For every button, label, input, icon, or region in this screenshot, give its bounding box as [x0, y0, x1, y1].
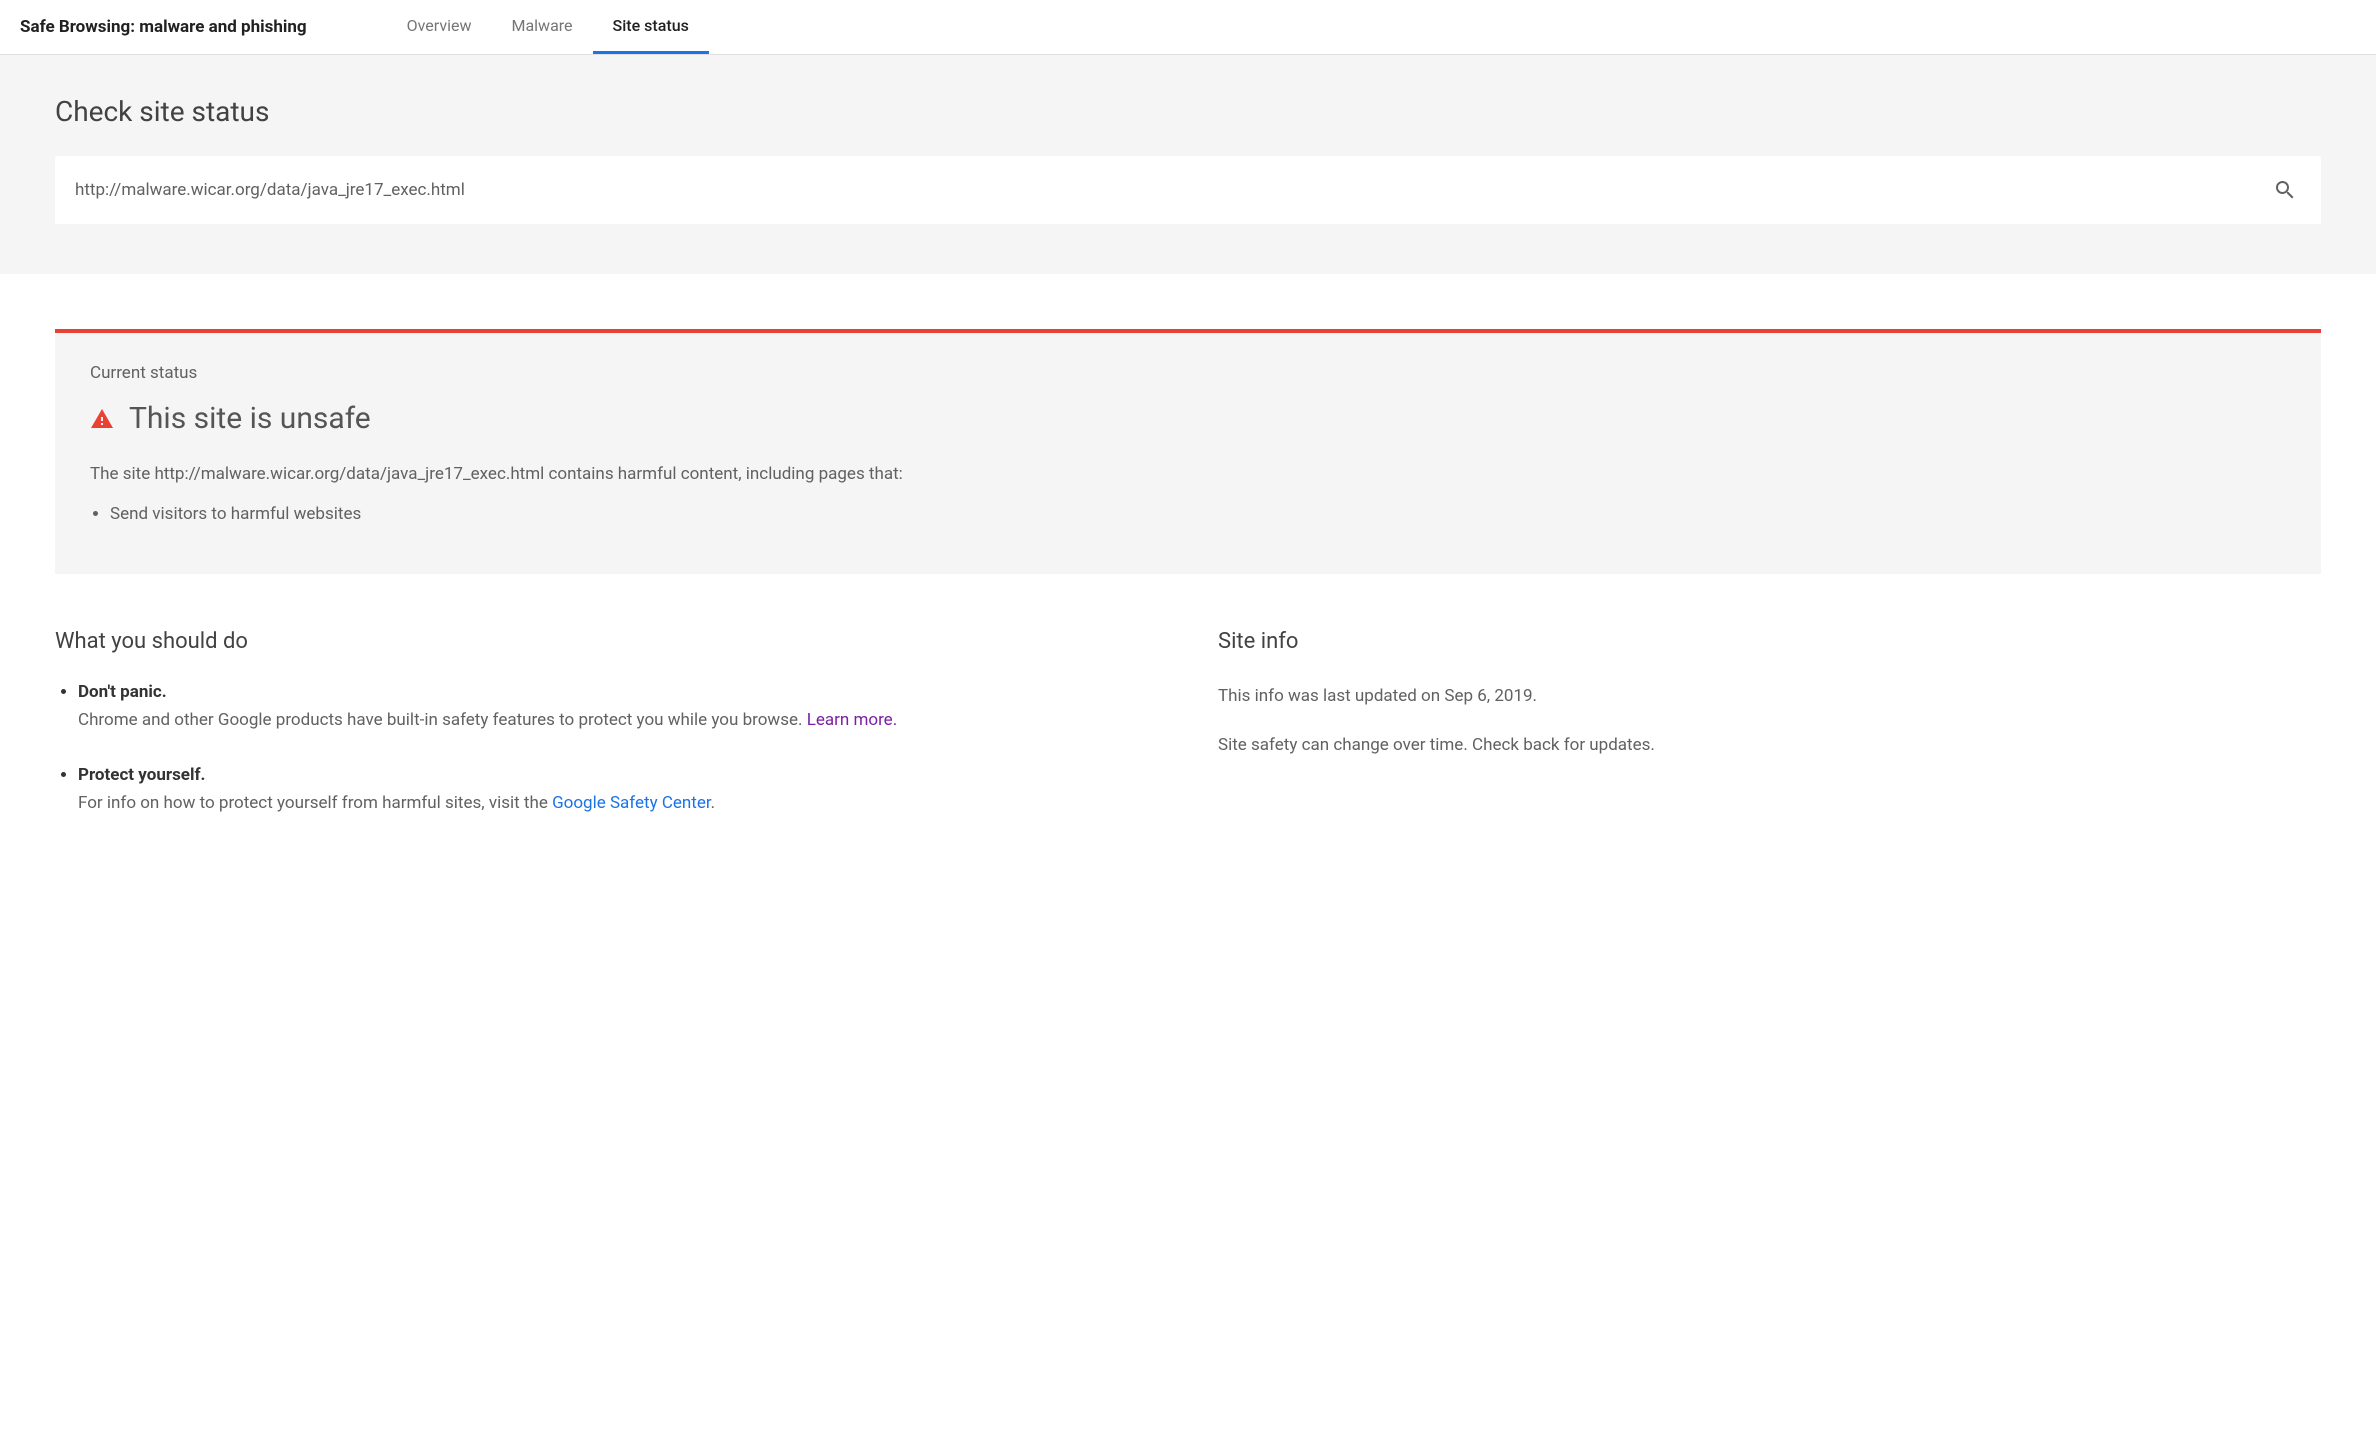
lower-columns: What you should do Don't panic. Chrome a…: [55, 629, 2321, 848]
advice-text: For info on how to protect yourself from…: [78, 793, 715, 813]
status-bullet: Send visitors to harmful websites: [110, 504, 2286, 524]
content-wrapper: Current status This site is unsafe The s…: [0, 329, 2376, 848]
search-section: Check site status: [0, 55, 2376, 274]
advice-item-dont-panic: Don't panic. Chrome and other Google pro…: [78, 682, 1158, 735]
advice-strong: Don't panic.: [78, 682, 1158, 702]
advice-list: Don't panic. Chrome and other Google pro…: [55, 682, 1158, 818]
url-input[interactable]: [75, 180, 2269, 200]
status-description: The site http://malware.wicar.org/data/j…: [90, 464, 2286, 484]
advice-strong: Protect yourself.: [78, 765, 1158, 785]
safety-center-link[interactable]: Google Safety Center: [552, 793, 711, 813]
status-label: Current status: [90, 363, 2286, 383]
search-icon: [2273, 178, 2297, 202]
advice-text-before: Chrome and other Google products have bu…: [78, 710, 807, 730]
site-info-heading: Site info: [1218, 629, 2321, 654]
search-button[interactable]: [2269, 174, 2301, 206]
site-info-column: Site info This info was last updated on …: [1218, 629, 2321, 848]
status-card: Current status This site is unsafe The s…: [55, 329, 2321, 574]
page-header: Safe Browsing: malware and phishing Over…: [0, 0, 2376, 55]
site-info-line: Site safety can change over time. Check …: [1218, 731, 2321, 760]
advice-item-protect-yourself: Protect yourself. For info on how to pro…: [78, 765, 1158, 818]
status-bullet-list: Send visitors to harmful websites: [90, 504, 2286, 524]
advice-text-after: .: [711, 793, 715, 813]
header-title: Safe Browsing: malware and phishing: [20, 17, 307, 37]
tab-malware[interactable]: Malware: [491, 0, 592, 54]
tab-overview[interactable]: Overview: [387, 0, 492, 54]
advice-column: What you should do Don't panic. Chrome a…: [55, 629, 1158, 848]
search-box: [55, 156, 2321, 224]
search-heading: Check site status: [55, 95, 2321, 128]
advice-text-before: For info on how to protect yourself from…: [78, 793, 552, 813]
status-title-row: This site is unsafe: [90, 401, 2286, 436]
status-title: This site is unsafe: [129, 401, 371, 436]
site-info-line: This info was last updated on Sep 6, 201…: [1218, 682, 2321, 711]
advice-heading: What you should do: [55, 629, 1158, 654]
warning-icon: [90, 407, 114, 431]
learn-more-link[interactable]: Learn more.: [807, 710, 898, 730]
tab-site-status[interactable]: Site status: [593, 0, 709, 54]
header-tabs: Overview Malware Site status: [387, 0, 709, 54]
advice-text: Chrome and other Google products have bu…: [78, 710, 897, 730]
